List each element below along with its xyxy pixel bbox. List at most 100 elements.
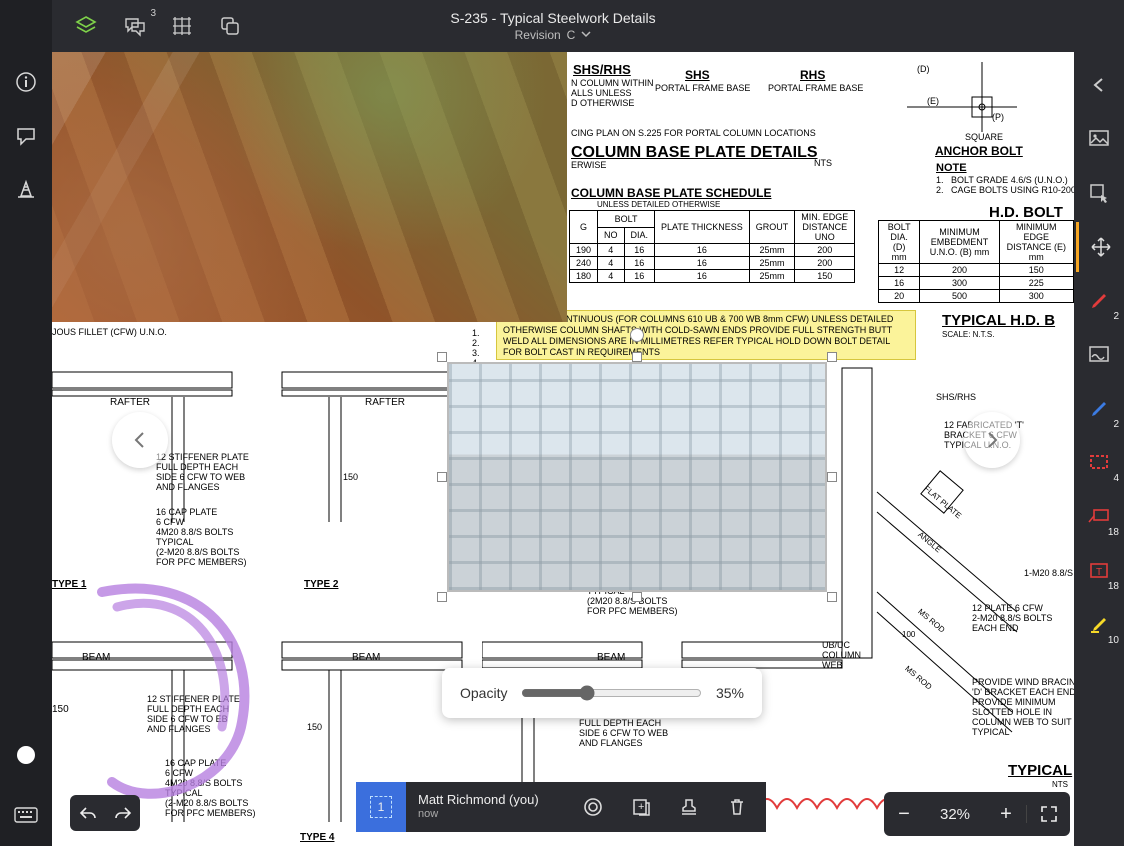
blue-pen-tool[interactable]: 2 [1076, 384, 1122, 434]
resize-handle-rm[interactable] [827, 472, 837, 482]
cone-icon [15, 179, 37, 201]
redo-button[interactable] [114, 805, 132, 821]
color-indicator[interactable] [17, 746, 35, 764]
revision-selector[interactable]: Revision C [242, 28, 864, 42]
label: FULL DEPTH EACH SIDE 6 CFW TO WEB AND FL… [579, 718, 668, 748]
info-button[interactable] [14, 70, 38, 94]
comment-button[interactable] [14, 124, 38, 148]
title-block[interactable]: S-235 - Typical Steelwork Details Revisi… [242, 10, 864, 42]
select-icon [1088, 182, 1110, 204]
highlighter-icon [1088, 614, 1110, 636]
resize-handle-br[interactable] [827, 592, 837, 602]
resize-handle-tr[interactable] [827, 352, 837, 362]
copy-icon: + [631, 797, 651, 817]
highlighter-tool[interactable]: 10 [1076, 600, 1122, 650]
image-markup-tool[interactable] [1076, 330, 1122, 380]
callout-tool[interactable]: 18 [1076, 492, 1122, 542]
chevron-down-icon [581, 31, 591, 39]
svg-text:(D): (D) [917, 64, 930, 74]
label: 150 [307, 722, 322, 732]
hd-bolt-table: BOLT DIA. (D) mmMINIMUM EMBEDMENT U.N.O.… [878, 220, 1074, 303]
info-icon [15, 71, 37, 93]
move-tool[interactable] [1076, 222, 1122, 272]
compare-button[interactable] [218, 14, 242, 38]
left-rail [0, 0, 52, 846]
heading: TYPE 1 [52, 579, 86, 590]
resize-handle-tm[interactable] [632, 352, 642, 362]
label: 16 CAP PLATE 6 CFW 4M20 8.8/S BOLTS TYPI… [156, 507, 247, 567]
next-sheet-button[interactable] [964, 412, 1020, 468]
resize-handle-bm[interactable] [632, 592, 642, 602]
grid-button[interactable] [170, 14, 194, 38]
callout-icon [1088, 508, 1110, 526]
label: 1-M20 8.8/S [1024, 568, 1073, 578]
stamp-button[interactable] [678, 796, 700, 818]
safety-button[interactable] [14, 178, 38, 202]
selected-image-overlay[interactable] [437, 352, 837, 602]
undo-icon [79, 805, 97, 821]
label: RHS [800, 68, 825, 82]
delete-button[interactable] [726, 796, 748, 818]
label: SHS/RHS [936, 392, 976, 402]
heading: NOTE [936, 162, 967, 174]
zoom-value[interactable]: 32% [924, 806, 986, 823]
image-wave-icon [1088, 345, 1110, 365]
label: PORTAL FRAME BASE [768, 83, 863, 93]
resize-handle-tl[interactable] [437, 352, 447, 362]
zoom-in-button[interactable]: + [986, 792, 1026, 836]
image-icon [1088, 129, 1110, 149]
label: SHS/RHS [573, 62, 631, 77]
opacity-value: 35% [716, 685, 744, 701]
label: JOUS FILLET (CFW) U.N.O. [52, 327, 167, 337]
move-icon [1090, 236, 1112, 258]
rotate-handle[interactable] [630, 328, 644, 342]
heading: TYPE 4 [300, 832, 334, 843]
sheet-title: S-235 - Typical Steelwork Details [242, 10, 864, 26]
keyboard-button[interactable] [14, 804, 38, 828]
svg-text:+: + [638, 801, 644, 813]
keyboard-icon [14, 807, 38, 825]
drawing-canvas[interactable]: SHS/RHS SHS RHS PORTAL FRAME BASE PORTAL… [52, 52, 1074, 846]
top-bar: 3 S-235 - Typical Steelwork Details Revi… [0, 0, 1124, 52]
redo-icon [114, 805, 132, 821]
overlay-image[interactable] [447, 362, 827, 592]
style-button[interactable] [582, 796, 604, 818]
label: SCALE: N.T.S. [942, 330, 994, 339]
opacity-popover[interactable]: Opacity 35% [442, 668, 762, 718]
fullscreen-button[interactable] [1026, 805, 1070, 823]
label: 12 STIFFENER PLATE FULL DEPTH EACH SIDE … [147, 694, 240, 734]
text-tool[interactable]: T 18 [1076, 546, 1122, 596]
image-tool[interactable] [1076, 114, 1122, 164]
resize-handle-lm[interactable] [437, 472, 447, 482]
heading: TYPE 2 [304, 579, 338, 590]
select-tool[interactable] [1076, 168, 1122, 218]
copy-button[interactable]: + [630, 796, 652, 818]
chat-button[interactable]: 3 [122, 14, 146, 38]
svg-text:T: T [1096, 567, 1102, 578]
rectangle-tool[interactable]: 4 [1076, 438, 1122, 488]
label: SQUARE [965, 132, 1003, 142]
heading: ANCHOR BOLT [935, 144, 1023, 158]
zoom-out-button[interactable]: − [884, 792, 924, 836]
resize-handle-bl[interactable] [437, 592, 447, 602]
selection-count[interactable]: 1 [356, 782, 406, 832]
rectangle-icon [1089, 454, 1109, 472]
label: BEAM [82, 652, 110, 663]
label: BEAM [352, 652, 380, 663]
red-pen-tool[interactable]: 2 [1076, 276, 1122, 326]
label: 12 STIFFENER PLATE FULL DEPTH EACH SIDE … [156, 452, 249, 492]
layers-button[interactable] [74, 14, 98, 38]
anchor-bolt-sketch: (D) (P) (E) [897, 52, 1027, 142]
undo-redo-group [70, 795, 140, 831]
label: NTS [1052, 780, 1068, 789]
collapse-toolbar-button[interactable] [1076, 60, 1122, 110]
label: CING PLAN ON S.225 FOR PORTAL COLUMN LOC… [571, 128, 816, 138]
type-sketches [52, 342, 472, 846]
speech-bubble-icon [15, 125, 37, 147]
label: 150 [52, 704, 69, 715]
svg-text:(E): (E) [927, 96, 939, 106]
opacity-slider[interactable] [521, 685, 702, 701]
layers-icon [75, 15, 97, 37]
prev-sheet-button[interactable] [112, 412, 168, 468]
undo-button[interactable] [79, 805, 97, 821]
